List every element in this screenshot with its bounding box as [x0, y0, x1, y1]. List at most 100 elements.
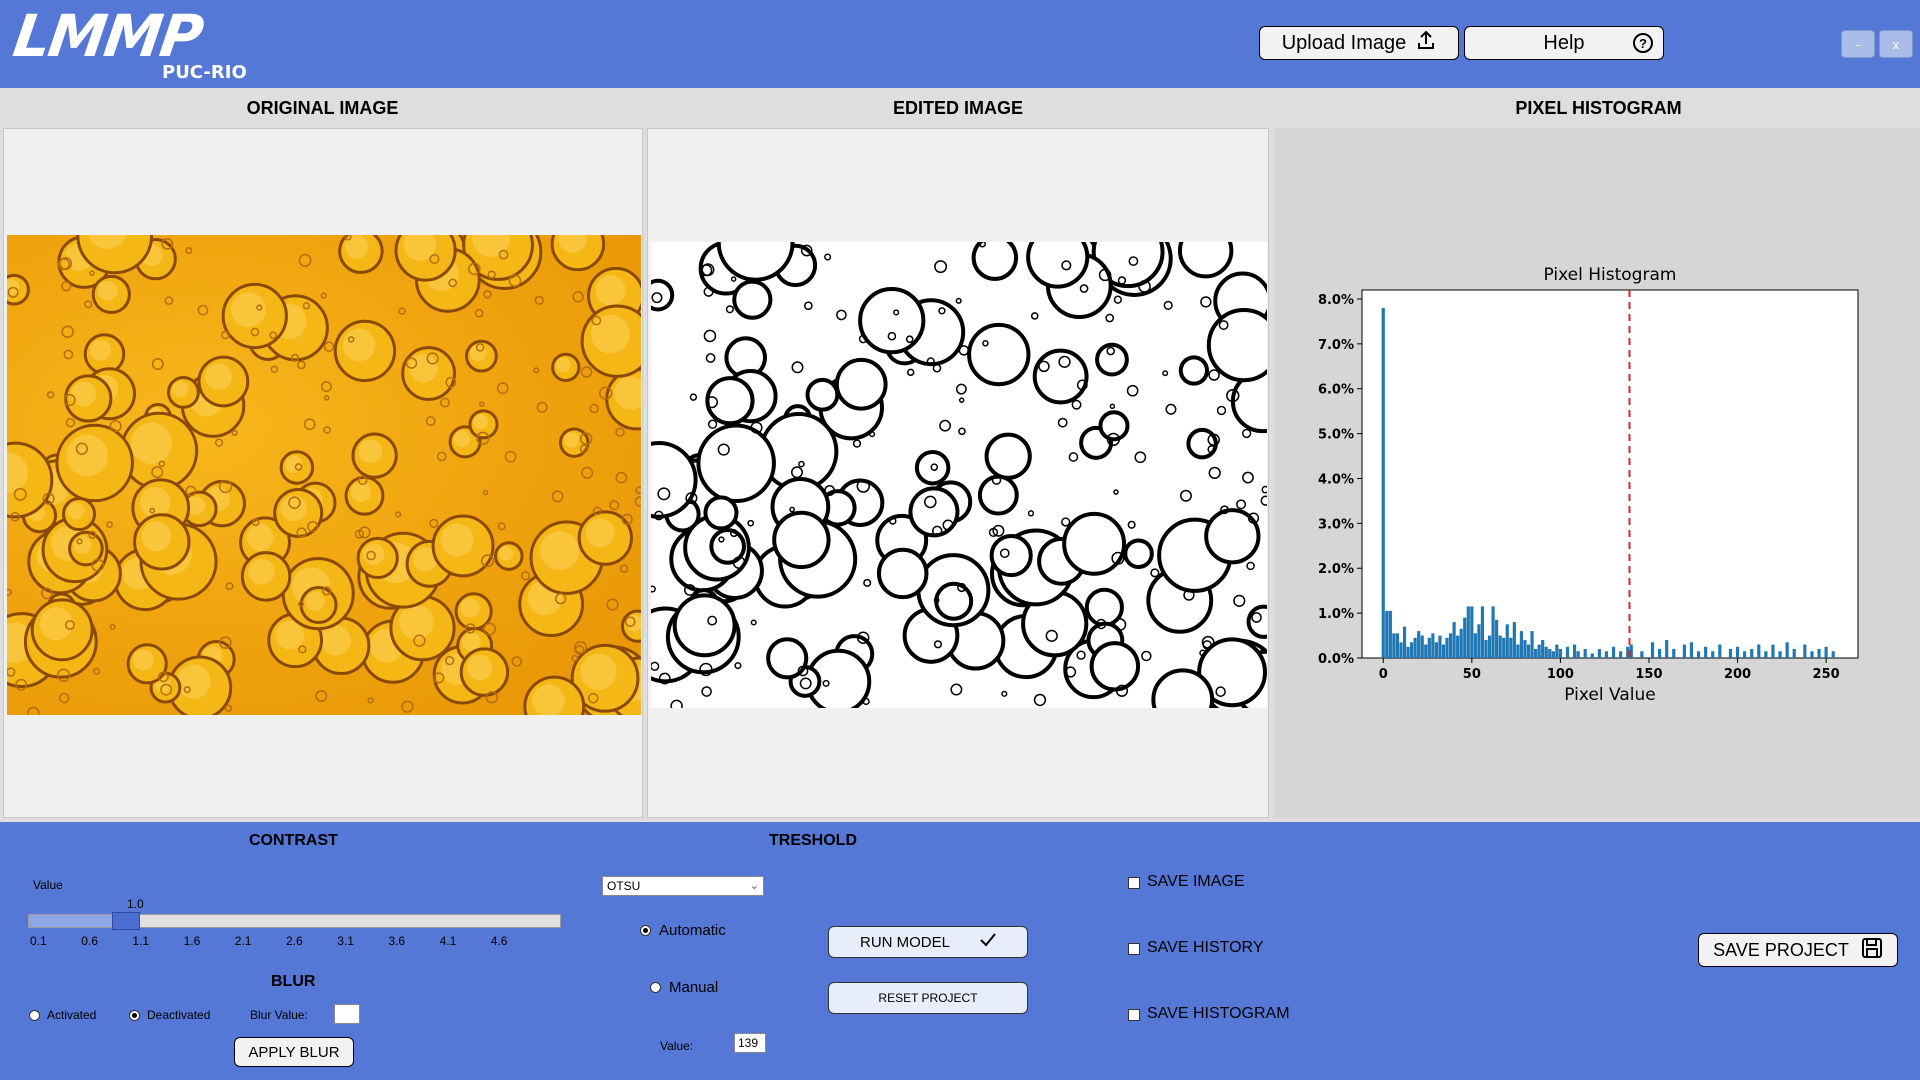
histogram-bar	[1658, 649, 1662, 658]
chevron-down-icon: ⌄	[749, 880, 759, 892]
histogram-bar	[1526, 644, 1531, 658]
histogram-bar	[1406, 646, 1410, 658]
threshold-automatic-radio[interactable]	[640, 925, 651, 936]
contrast-slider[interactable]	[28, 914, 561, 928]
histogram-bar	[1505, 624, 1509, 658]
histogram-bar	[1576, 651, 1580, 658]
histogram-bar	[1395, 633, 1400, 658]
threshold-value-input[interactable]: 139	[734, 1033, 766, 1053]
histogram-bar	[1682, 644, 1686, 658]
histogram-bar	[1388, 610, 1392, 658]
histogram-bar	[1463, 617, 1467, 658]
histogram-bar	[1456, 635, 1460, 658]
blur-value-input[interactable]	[334, 1004, 360, 1024]
histogram-bar	[1757, 644, 1761, 658]
histogram-bar	[1399, 642, 1403, 658]
contrast-tick-label: 3.6	[388, 934, 406, 948]
histogram-bar	[1544, 646, 1548, 658]
histogram-bar	[1551, 651, 1555, 658]
threshold-title: TRESHOLD	[769, 832, 857, 849]
histogram-bar	[1448, 633, 1453, 658]
blur-value-label: Blur Value:	[250, 1008, 308, 1022]
contrast-current-value: 1.0	[127, 897, 144, 911]
contrast-slider-handle[interactable]	[111, 912, 140, 930]
histogram-bar	[1519, 631, 1524, 658]
histogram-bar	[1583, 649, 1587, 658]
threshold-automatic-label: Automatic	[659, 922, 726, 939]
histogram-bar	[1541, 640, 1545, 658]
histogram-x-tick-label: 250	[1813, 667, 1840, 682]
minimize-button[interactable]: -	[1841, 30, 1875, 58]
contrast-tick-label: 2.1	[234, 934, 252, 948]
blur-activated-label: Activated	[47, 1008, 97, 1022]
histogram-bar	[1750, 649, 1754, 658]
run-model-button[interactable]: RUN MODEL	[828, 926, 1028, 958]
help-button[interactable]: Help ?	[1464, 26, 1664, 60]
close-button[interactable]: x	[1879, 30, 1913, 58]
save-histogram-checkbox[interactable]	[1128, 1009, 1140, 1021]
histogram-bar	[1785, 642, 1789, 658]
contrast-tick-label: 0.6	[81, 934, 98, 948]
histogram-bar	[1831, 651, 1835, 658]
top-bar: LMMP PUC-RIO Upload Image Help ? - x	[0, 0, 1920, 88]
histogram-bar	[1438, 635, 1442, 658]
histogram-plot-area	[1361, 289, 1859, 659]
blur-activated-radio[interactable]	[29, 1010, 40, 1021]
histogram-chart-title: Pixel Histogram	[1544, 265, 1677, 285]
histogram-bar	[1487, 635, 1492, 658]
save-project-label: SAVE PROJECT	[1713, 939, 1849, 960]
histogram-bar	[1530, 631, 1534, 658]
blur-deactivated-radio[interactable]	[129, 1010, 140, 1021]
histogram-bar	[1480, 606, 1485, 658]
original-image-bubbles	[7, 235, 641, 715]
original-image-panel	[3, 128, 643, 818]
content-area: ORIGINAL IMAGE EDITED IMAGE PIXEL HISTOG…	[0, 88, 1920, 822]
histogram-bar	[1392, 633, 1396, 658]
upload-image-button[interactable]: Upload Image	[1259, 26, 1459, 60]
histogram-y-tick-label: 6.0%	[1318, 383, 1354, 398]
histogram-bar	[1427, 637, 1431, 658]
save-project-button[interactable]: SAVE PROJECT	[1698, 933, 1898, 967]
histogram-bar	[1558, 649, 1562, 658]
histogram-y-tick-label: 3.0%	[1318, 517, 1354, 532]
threshold-manual-radio[interactable]	[650, 982, 661, 993]
histogram-bar	[1502, 637, 1506, 658]
contrast-tick-label: 0.1	[30, 934, 47, 948]
histogram-bar	[1445, 637, 1449, 658]
histogram-bar	[1718, 644, 1722, 658]
histogram-bar	[1441, 644, 1446, 658]
histogram-bar	[1495, 619, 1499, 658]
logo-sub-text: PUC-RIO	[162, 62, 247, 83]
upload-icon	[1416, 30, 1436, 56]
help-label: Help	[1543, 31, 1585, 54]
reset-project-button[interactable]: RESET PROJECT	[828, 982, 1028, 1014]
histogram-bar	[1817, 649, 1821, 658]
edited-image	[651, 242, 1267, 708]
contrast-value-label: Value	[33, 878, 63, 892]
edited-image-title: EDITED IMAGE	[892, 98, 1023, 118]
histogram-y-tick-label: 2.0%	[1318, 562, 1354, 577]
save-histogram-label: SAVE HISTOGRAM	[1147, 1005, 1290, 1022]
histogram-bar	[1611, 646, 1616, 658]
histogram-bar	[1484, 640, 1488, 658]
threshold-value-label: Value:	[660, 1039, 694, 1053]
histogram-x-axis-label: Pixel Value	[1564, 685, 1655, 705]
run-model-label: RUN MODEL	[859, 933, 950, 951]
contrast-tick-label: 3.1	[337, 934, 354, 948]
contrast-tick-label: 4.1	[439, 934, 457, 948]
histogram-bar	[1537, 644, 1541, 658]
histogram-bar	[1417, 631, 1421, 658]
threshold-method-select[interactable]: OTSU ⌄	[602, 876, 764, 896]
contrast-tick-label: 1.1	[132, 934, 150, 948]
contrast-tick-label: 4.6	[490, 934, 508, 948]
histogram-bar	[1803, 644, 1807, 658]
histogram-y-tick-label: 5.0%	[1318, 428, 1354, 443]
histogram-bar	[1743, 651, 1747, 658]
histogram-bar	[1385, 610, 1389, 658]
apply-blur-button[interactable]: APPLY BLUR	[234, 1037, 354, 1067]
histogram-bar	[1459, 628, 1463, 658]
histogram-bar	[1604, 651, 1609, 658]
save-history-checkbox[interactable]	[1128, 943, 1140, 955]
histogram-bar	[1424, 644, 1428, 658]
save-image-checkbox[interactable]	[1128, 877, 1140, 889]
